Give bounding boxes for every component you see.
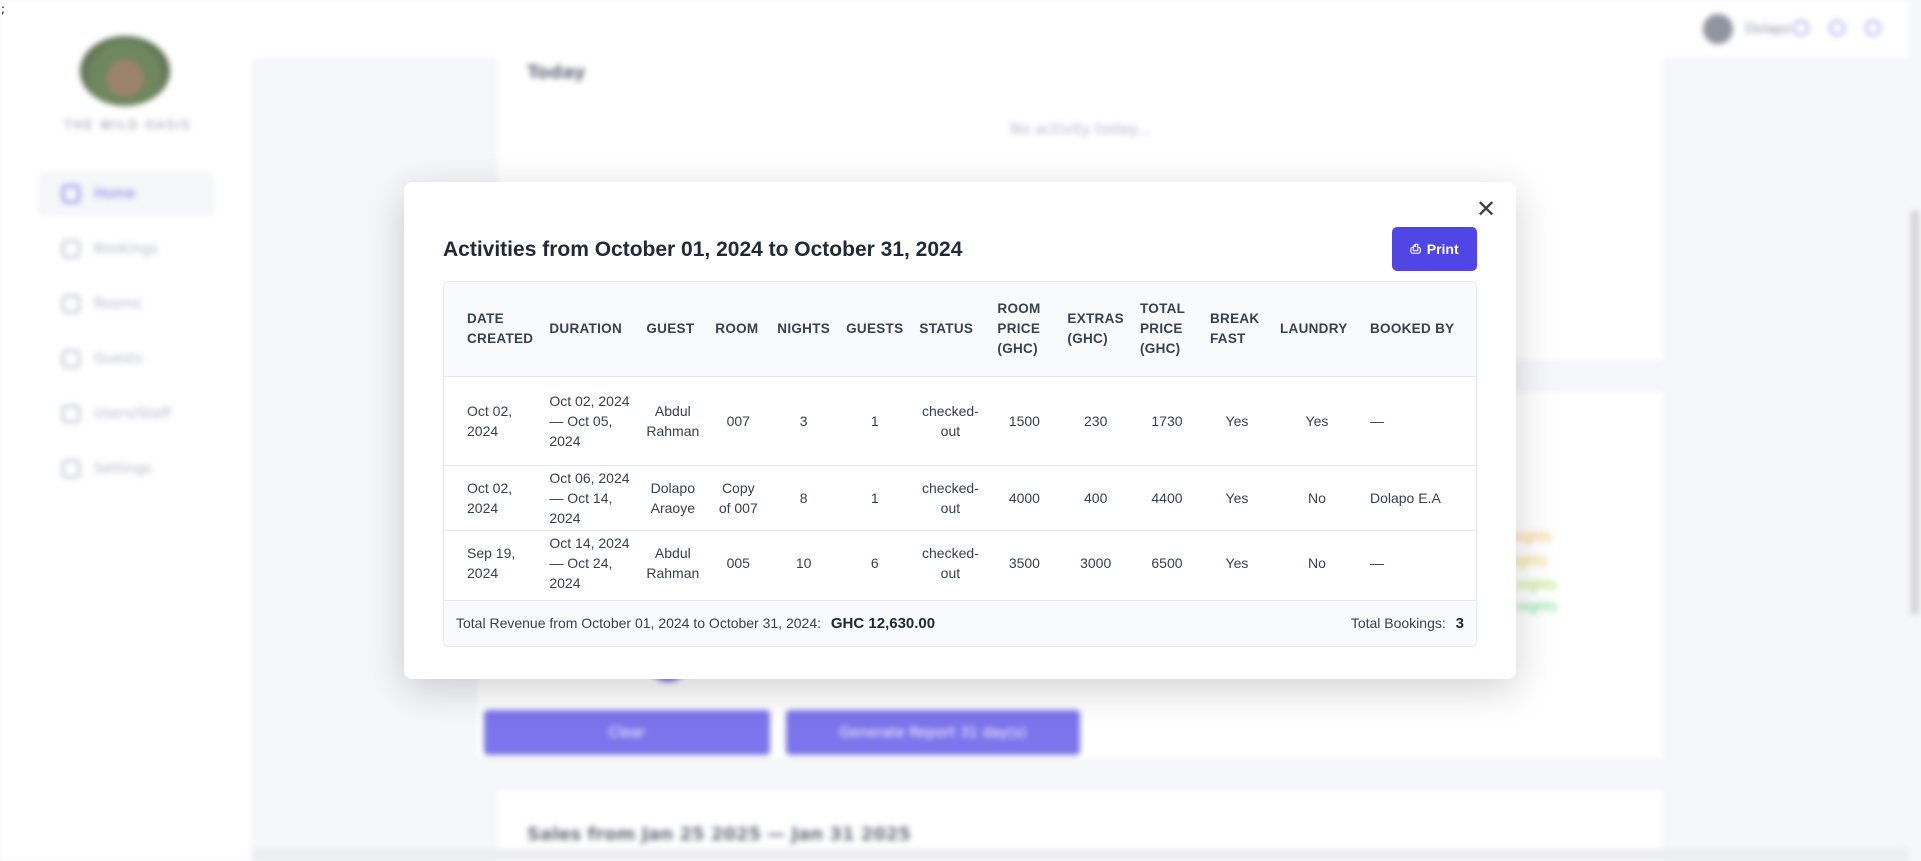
cell-laundry: Yes bbox=[1305, 412, 1329, 429]
cell-extras: 3000 bbox=[1080, 554, 1112, 571]
cell-duration: Oct 06, 2024 — Oct 14, 2024 bbox=[549, 469, 630, 526]
cell-status: checked-out bbox=[922, 402, 979, 439]
modal-title: Activities from October 01, 2024 to Octo… bbox=[443, 238, 963, 261]
cell-booked-by: — bbox=[1369, 412, 1384, 429]
printer-icon: ⎙ bbox=[1410, 241, 1421, 256]
column-header: ROOM PRICE (GHC) bbox=[997, 300, 1041, 356]
cell-extras: 230 bbox=[1084, 412, 1108, 429]
cell-booked-by: — bbox=[1369, 554, 1384, 571]
cell-guest: Abdul Rahman bbox=[646, 544, 700, 581]
cell-guest: Abdul Rahman bbox=[646, 402, 700, 439]
cell-date-created: Oct 02, 2024 bbox=[467, 479, 513, 516]
cell-date-created: Sep 19, 2024 bbox=[467, 544, 516, 581]
cell-guests: 6 bbox=[870, 554, 879, 571]
stray-character: ; bbox=[1, 2, 6, 16]
column-header: DURATION bbox=[549, 320, 623, 336]
print-button[interactable]: ⎙ Print bbox=[1392, 227, 1477, 271]
cell-room-price: 3500 bbox=[1008, 554, 1040, 571]
cell-nights: 8 bbox=[799, 489, 808, 506]
column-header: ROOM bbox=[715, 320, 759, 336]
cell-laundry: No bbox=[1308, 489, 1326, 506]
table-row[interactable]: Sep 19, 2024 Oct 14, 2024 — Oct 24, 2024… bbox=[444, 530, 1476, 595]
cell-room: 007 bbox=[726, 412, 750, 429]
table-summary: Total Revenue from October 01, 2024 to O… bbox=[444, 600, 1476, 646]
cell-booked-by: Dolapo E.A bbox=[1369, 489, 1441, 506]
column-header: EXTRAS (GHC) bbox=[1067, 310, 1124, 346]
activities-table-container: DATE CREATED DURATION GUEST ROOM NIGHTS … bbox=[443, 281, 1477, 647]
cell-extras: 400 bbox=[1084, 489, 1108, 506]
table-header-row: DATE CREATED DURATION GUEST ROOM NIGHTS … bbox=[444, 282, 1476, 376]
cell-room: 005 bbox=[726, 554, 750, 571]
total-revenue-value: GHC 12,630.00 bbox=[830, 615, 936, 632]
close-button[interactable]: ✕ bbox=[1474, 198, 1498, 222]
total-bookings-value: 3 bbox=[1455, 615, 1464, 632]
column-header: DATE CREATED bbox=[467, 310, 534, 346]
close-icon: ✕ bbox=[1475, 196, 1497, 223]
cell-guests: 1 bbox=[870, 489, 879, 506]
print-button-label: Print bbox=[1426, 241, 1459, 257]
cell-date-created: Oct 02, 2024 bbox=[467, 402, 513, 439]
column-header: BREAK FAST bbox=[1209, 310, 1260, 346]
table-row[interactable]: Oct 02, 2024 Oct 02, 2024 — Oct 05, 2024… bbox=[444, 376, 1476, 465]
cell-room-price: 1500 bbox=[1008, 412, 1040, 429]
cell-breakfast: Yes bbox=[1225, 489, 1249, 506]
column-header: LAUNDRY bbox=[1279, 320, 1348, 336]
cell-total-price: 4400 bbox=[1151, 489, 1183, 506]
total-bookings: Total Bookings: 3 bbox=[1351, 615, 1464, 632]
total-revenue: Total Revenue from October 01, 2024 to O… bbox=[456, 615, 935, 632]
cell-nights: 3 bbox=[799, 412, 808, 429]
total-bookings-label: Total Bookings: bbox=[1350, 615, 1446, 631]
cell-room-price: 4000 bbox=[1008, 489, 1040, 506]
column-header: NIGHTS bbox=[777, 320, 831, 336]
cell-total-price: 6500 bbox=[1151, 554, 1183, 571]
cell-guest: Dolapo Araoye bbox=[650, 479, 695, 516]
cell-laundry: No bbox=[1308, 554, 1326, 571]
table-row[interactable]: Oct 02, 2024 Oct 06, 2024 — Oct 14, 2024… bbox=[444, 465, 1476, 530]
cell-total-price: 1730 bbox=[1151, 412, 1183, 429]
activities-modal: ✕ Activities from October 01, 2024 to Oc… bbox=[404, 182, 1516, 679]
cell-guests: 1 bbox=[870, 412, 879, 429]
total-revenue-label: Total Revenue from October 01, 2024 to O… bbox=[456, 615, 821, 631]
column-header: GUEST bbox=[646, 320, 695, 336]
column-header: BOOKED BY bbox=[1369, 320, 1455, 336]
cell-duration: Oct 14, 2024 — Oct 24, 2024 bbox=[549, 534, 630, 591]
column-header: GUESTS bbox=[846, 320, 904, 336]
cell-breakfast: Yes bbox=[1225, 554, 1249, 571]
cell-status: checked-out bbox=[922, 544, 979, 581]
column-header: TOTAL PRICE (GHC) bbox=[1139, 300, 1185, 356]
column-header: STATUS bbox=[919, 320, 974, 336]
activities-table: DATE CREATED DURATION GUEST ROOM NIGHTS … bbox=[444, 282, 1476, 595]
cell-breakfast: Yes bbox=[1225, 412, 1249, 429]
cell-duration: Oct 02, 2024 — Oct 05, 2024 bbox=[549, 392, 630, 449]
cell-nights: 10 bbox=[795, 554, 812, 571]
cell-room: Copy of 007 bbox=[718, 479, 758, 516]
cell-status: checked-out bbox=[922, 479, 979, 516]
